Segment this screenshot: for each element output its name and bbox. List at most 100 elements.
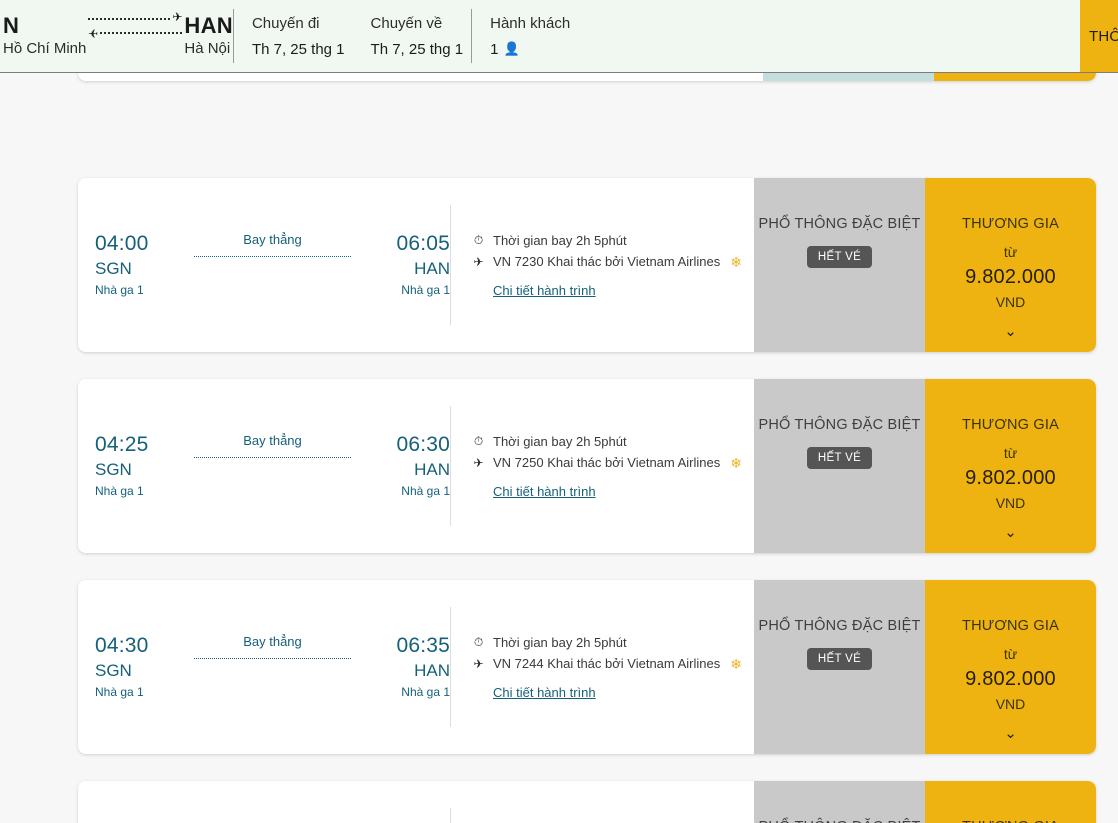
currency-label: VND [996, 495, 1026, 511]
lotus-logo-icon: ❄ [730, 456, 742, 470]
flight-segment: 04:30 SGN Nhà ga 1 Bay thẳng 06:35 HAN N… [78, 634, 450, 700]
origin-city: Hồ Chí Minh [3, 40, 86, 59]
fare-economy-plus[interactable]: PHỔ THÔNG ĐẶC BIỆT HẾT VÉ [754, 781, 925, 823]
arrival-block: 06:30 HAN Nhà ga 1 [355, 433, 450, 499]
flight-card[interactable]: 04:25 SGN Nhà ga 1 Bay thẳng 06:30 HAN N… [78, 379, 1096, 553]
passenger-value-row: 1 👤 [490, 40, 570, 60]
flight-details: ⏱ Thời gian bay 2h 5phút ✈ VN 7244 Khai … [451, 633, 751, 702]
departure-terminal: Nhà ga 1 [95, 484, 190, 499]
arrival-block: 06:05 HAN Nhà ga 1 [355, 232, 450, 298]
flight-results-list: 04:00 SGN Nhà ga 1 Bay thẳng 06:05 HAN N… [0, 73, 1118, 823]
plane-icon: ✈ [472, 658, 485, 670]
business-price: 9.802.000 [965, 668, 1056, 691]
depart-date-value: Th 7, 25 thg 1 [252, 40, 345, 60]
depart-date-field[interactable]: Chuyến đi Th 7, 25 thg 1 [234, 0, 353, 73]
departure-airport: SGN [95, 258, 190, 279]
card-vertical-divider [450, 808, 451, 823]
duration-row: ⏱ Thời gian bay 2h 5phút [472, 633, 743, 653]
arrival-time: 06:30 [355, 433, 450, 456]
flight-card[interactable]: 04:40 SGN Nhà ga 1 Bay thẳng 06:45 HAN N… [78, 781, 1096, 823]
flight-segment: 04:25 SGN Nhà ga 1 Bay thẳng 06:30 HAN N… [78, 433, 450, 499]
route-dotted-line [194, 658, 351, 659]
price-from-label: từ [1004, 646, 1017, 662]
passenger-count: 1 [490, 40, 498, 60]
departure-airport: SGN [95, 660, 190, 681]
flight-card[interactable]: 04:00 SGN Nhà ga 1 Bay thẳng 06:05 HAN N… [78, 178, 1096, 352]
passenger-label: Hành khách [490, 14, 570, 34]
flight-card-main: 04:40 SGN Nhà ga 1 Bay thẳng 06:45 HAN N… [78, 781, 754, 823]
price-from-label: từ [1004, 445, 1017, 461]
business-price: 9.802.000 [965, 266, 1056, 289]
destination-code: HAN [184, 14, 233, 37]
origin-block: N Hồ Chí Minh [0, 0, 86, 73]
direct-flight-label: Bay thẳng [194, 634, 351, 649]
fare-economy-plus[interactable]: PHỔ THÔNG ĐẶC BIỆT HẾT VÉ [754, 580, 925, 754]
flight-card[interactable]: 04:30 SGN Nhà ga 1 Bay thẳng 06:35 HAN N… [78, 580, 1096, 754]
clock-icon: ⏱ [472, 435, 485, 447]
passenger-icon: 👤 [503, 41, 519, 58]
clock-icon: ⏱ [472, 636, 485, 648]
arrival-airport: HAN [355, 459, 450, 480]
partial-card-main [78, 73, 763, 81]
partial-card-economy-column[interactable] [763, 73, 934, 81]
fare-business-title: THƯƠNG GIA [962, 216, 1059, 232]
itinerary-details-link[interactable]: Chi tiết hành trình [493, 484, 596, 499]
currency-label: VND [996, 696, 1026, 712]
return-date-field[interactable]: Chuyến về Th 7, 25 thg 1 [353, 0, 472, 73]
arrival-terminal: Nhà ga 1 [355, 484, 450, 499]
fare-business-title: THƯƠNG GIA [962, 618, 1059, 634]
arrival-airport: HAN [355, 258, 450, 279]
departure-block: 04:30 SGN Nhà ga 1 [95, 634, 190, 700]
plane-return-icon: ✈ [88, 26, 182, 38]
depart-date-label: Chuyến đi [252, 14, 345, 34]
duration-row: ⏱ Thời gian bay 2h 5phút [472, 231, 743, 251]
direct-flight-label: Bay thẳng [194, 232, 351, 247]
destination-block: HAN Hà Nội [184, 0, 233, 73]
flight-duration: Thời gian bay 2h 5phút [493, 231, 627, 251]
flight-card-main: 04:25 SGN Nhà ga 1 Bay thẳng 06:30 HAN N… [78, 379, 754, 553]
fare-business[interactable]: THƯƠNG GIA từ 9.802.000 VND ⌄ [925, 178, 1096, 352]
flight-duration: Thời gian bay 2h 5phút [493, 633, 627, 653]
origin-code: N [3, 14, 19, 37]
fare-business[interactable]: 4 ghế còn lại THƯƠNG GIA từ 9.802.000 VN… [925, 781, 1096, 823]
airline-row: ✈ VN 7244 Khai thác bởi Vietnam Airlines… [472, 654, 743, 674]
business-price: 9.802.000 [965, 467, 1056, 490]
stops-indicator: Bay thẳng [194, 634, 351, 668]
flight-details: ⏱ Thời gian bay 2h 5phút ✈ VN 7250 Khai … [451, 432, 751, 501]
flight-card-partial-above[interactable] [78, 73, 1096, 81]
departure-block: 04:00 SGN Nhà ga 1 [95, 232, 190, 298]
fare-business[interactable]: 4 ghế còn lại THƯƠNG GIA từ 9.802.000 VN… [925, 379, 1096, 553]
route-summary[interactable]: N Hồ Chí Minh ✈ ✈ HAN Hà Nội [0, 0, 233, 73]
chevron-down-icon[interactable]: ⌄ [925, 324, 1096, 339]
flight-segment: 04:00 SGN Nhà ga 1 Bay thẳng 06:05 HAN N… [78, 232, 450, 298]
flight-number-airline: VN 7250 Khai thác bởi Vietnam Airlines [493, 453, 720, 473]
departure-time: 04:00 [95, 232, 190, 255]
clock-icon: ⏱ [472, 234, 485, 246]
plane-icon: ✈ [472, 256, 485, 268]
fare-economy-plus[interactable]: PHỔ THÔNG ĐẶC BIỆT HẾT VÉ [754, 178, 925, 352]
route-direction-arrows: ✈ ✈ [86, 0, 184, 73]
fare-business-title: THƯƠNG GIA [962, 819, 1059, 823]
fare-economy-plus[interactable]: PHỔ THÔNG ĐẶC BIỆT HẾT VÉ [754, 379, 925, 553]
lotus-logo-icon: ❄ [730, 657, 742, 671]
itinerary-details-link[interactable]: Chi tiết hành trình [493, 283, 596, 298]
chevron-down-icon[interactable]: ⌄ [925, 726, 1096, 741]
lotus-logo-icon: ❄ [730, 255, 742, 269]
departure-time: 04:25 [95, 433, 190, 456]
flight-card-main: 04:30 SGN Nhà ga 1 Bay thẳng 06:35 HAN N… [78, 580, 754, 754]
search-update-button[interactable]: THÔN [1080, 0, 1118, 73]
departure-block: 04:25 SGN Nhà ga 1 [95, 433, 190, 499]
stops-indicator: Bay thẳng [194, 232, 351, 266]
flight-duration: Thời gian bay 2h 5phút [493, 432, 627, 452]
arrival-terminal: Nhà ga 1 [355, 685, 450, 700]
partial-card-business-column[interactable] [934, 73, 1096, 81]
destination-city: Hà Nội [184, 40, 230, 59]
flight-card-main: 04:00 SGN Nhà ga 1 Bay thẳng 06:05 HAN N… [78, 178, 754, 352]
passenger-field[interactable]: Hành khách 1 👤 [472, 0, 578, 73]
fare-business-title: THƯƠNG GIA [962, 417, 1059, 433]
arrival-block: 06:35 HAN Nhà ga 1 [355, 634, 450, 700]
chevron-down-icon[interactable]: ⌄ [925, 525, 1096, 540]
fare-business[interactable]: 4 ghế còn lại THƯƠNG GIA từ 9.802.000 VN… [925, 580, 1096, 754]
fare-economy-plus-title: PHỔ THÔNG ĐẶC BIỆT [758, 216, 920, 232]
itinerary-details-link[interactable]: Chi tiết hành trình [493, 685, 596, 700]
